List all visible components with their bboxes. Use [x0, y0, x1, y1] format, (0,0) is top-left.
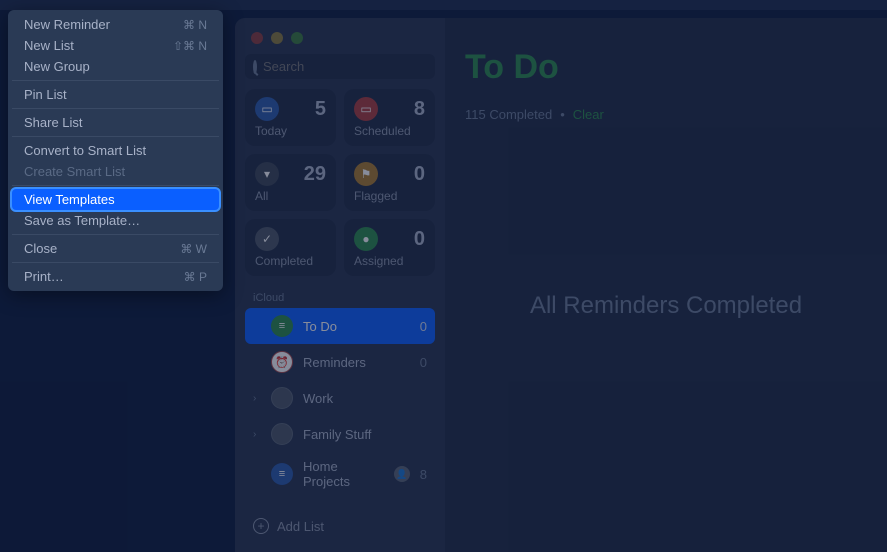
chevron-right-icon: › — [253, 393, 261, 404]
scheduled-count: 8 — [414, 98, 425, 121]
list-name: Family Stuff — [303, 427, 417, 442]
file-menu-dropdown: New Reminder ⌘ N New List ⇧⌘ N New Group Pin … — [8, 10, 223, 291]
assigned-card[interactable]: ● 0 Assigned — [344, 219, 435, 276]
lists: ≡ To Do 0 ⏰ Reminders 0 › Work › Family Stuff ≡ Hom… — [245, 308, 435, 496]
list-count: 0 — [420, 319, 427, 334]
flagged-count: 0 — [414, 163, 425, 186]
section-header: iCloud — [245, 288, 435, 308]
menu-item-label: Share List — [24, 115, 83, 130]
menu-item-label: Close — [24, 241, 57, 256]
flag-icon: ⚑ — [354, 162, 378, 186]
scheduled-card[interactable]: ▭ 8 Scheduled — [344, 89, 435, 146]
menu-shortcut: ⌘ W — [180, 242, 207, 256]
menu-item-label: Save as Template… — [24, 213, 140, 228]
list-count: 0 — [420, 355, 427, 370]
list-icon — [271, 387, 293, 409]
calendar-today-icon: ▭ — [255, 97, 279, 121]
today-label: Today — [255, 124, 326, 138]
list-title: To Do — [465, 48, 867, 87]
main-content: To Do 115 Completed • Clear All Reminder… — [445, 18, 887, 552]
menu-item-new-reminder[interactable]: New Reminder ⌘ N — [12, 14, 219, 35]
menu-item-convert-to-smart-list[interactable]: Convert to Smart List — [12, 140, 219, 161]
clear-button[interactable]: Clear — [573, 107, 604, 122]
all-label: All — [255, 189, 326, 203]
flagged-card[interactable]: ⚑ 0 Flagged — [344, 154, 435, 211]
menu-item-label: New Reminder — [24, 17, 110, 32]
list-row-home-projects[interactable]: ≡ Home Projects 👤 8 — [245, 452, 435, 496]
menubar — [0, 0, 887, 10]
checkmark-icon: ✓ — [255, 227, 279, 251]
smart-lists-grid: ▭ 5 Today ▭ 8 Scheduled ▾ 29 All ⚑ 0 Flagged… — [245, 89, 435, 276]
list-name: Reminders — [303, 355, 410, 370]
app-window: ▭ 5 Today ▭ 8 Scheduled ▾ 29 All ⚑ 0 Flagged… — [235, 18, 887, 552]
menu-item-label: Create Smart List — [24, 164, 125, 179]
list-row-reminders[interactable]: ⏰ Reminders 0 — [245, 344, 435, 380]
add-list-label: Add List — [277, 519, 324, 534]
search-icon — [253, 60, 257, 74]
menu-item-new-group[interactable]: New Group — [12, 56, 219, 77]
close-window-button[interactable] — [251, 32, 263, 44]
menu-item-label: View Templates — [24, 192, 115, 207]
calendar-icon: ▭ — [354, 97, 378, 121]
menu-shortcut: ⌘ N — [183, 18, 207, 32]
list-row-to-do[interactable]: ≡ To Do 0 — [245, 308, 435, 344]
empty-state: All Reminders Completed — [465, 292, 867, 320]
list-icon — [271, 423, 293, 445]
all-card[interactable]: ▾ 29 All — [245, 154, 336, 211]
completed-meta: 115 Completed • Clear — [465, 107, 867, 122]
menu-item-label: Pin List — [24, 87, 67, 102]
list-row-family-stuff[interactable]: › Family Stuff — [245, 416, 435, 452]
menu-item-print-[interactable]: Print… ⌘ P — [12, 266, 219, 287]
list-icon: ⏰ — [271, 351, 293, 373]
menu-item-pin-list[interactable]: Pin List — [12, 84, 219, 105]
separator: • — [560, 107, 565, 122]
menu-item-label: Convert to Smart List — [24, 143, 146, 158]
chevron-right-icon: › — [253, 429, 261, 440]
sidebar: ▭ 5 Today ▭ 8 Scheduled ▾ 29 All ⚑ 0 Flagged… — [235, 18, 445, 552]
menu-item-label: New Group — [24, 59, 90, 74]
menu-shortcut: ⇧⌘ N — [173, 39, 207, 53]
window-controls — [245, 28, 435, 54]
completed-count-label: 115 Completed — [465, 107, 552, 122]
list-icon: ≡ — [271, 463, 293, 485]
list-count: 8 — [420, 467, 427, 482]
list-name: Home Projects — [303, 459, 384, 489]
menu-item-label: New List — [24, 38, 74, 53]
assigned-count: 0 — [414, 228, 425, 251]
list-row-work[interactable]: › Work — [245, 380, 435, 416]
search-field[interactable] — [245, 54, 435, 79]
menu-item-create-smart-list[interactable]: Create Smart List — [12, 161, 219, 182]
plus-icon: + — [253, 518, 269, 534]
shared-icon: 👤 — [394, 466, 410, 482]
menu-item-new-list[interactable]: New List ⇧⌘ N — [12, 35, 219, 56]
today-card[interactable]: ▭ 5 Today — [245, 89, 336, 146]
menu-item-label: Print… — [24, 269, 64, 284]
all-count: 29 — [304, 163, 326, 186]
menu-shortcut: ⌘ P — [184, 270, 207, 284]
search-input[interactable] — [263, 59, 439, 74]
menu-item-share-list[interactable]: Share List — [12, 112, 219, 133]
completed-card[interactable]: ✓ Completed — [245, 219, 336, 276]
list-name: To Do — [303, 319, 410, 334]
scheduled-label: Scheduled — [354, 124, 425, 138]
maximize-window-button[interactable] — [291, 32, 303, 44]
list-icon: ≡ — [271, 315, 293, 337]
menu-item-view-templates[interactable]: View Templates — [12, 189, 219, 210]
minimize-window-button[interactable] — [271, 32, 283, 44]
list-name: Work — [303, 391, 417, 406]
person-icon: ● — [354, 227, 378, 251]
today-count: 5 — [315, 98, 326, 121]
completed-label: Completed — [255, 254, 326, 268]
menu-item-save-as-template-[interactable]: Save as Template… — [12, 210, 219, 231]
assigned-label: Assigned — [354, 254, 425, 268]
add-list-button[interactable]: + Add List — [245, 510, 435, 542]
flagged-label: Flagged — [354, 189, 425, 203]
menu-item-close[interactable]: Close ⌘ W — [12, 238, 219, 259]
tray-icon: ▾ — [255, 162, 279, 186]
